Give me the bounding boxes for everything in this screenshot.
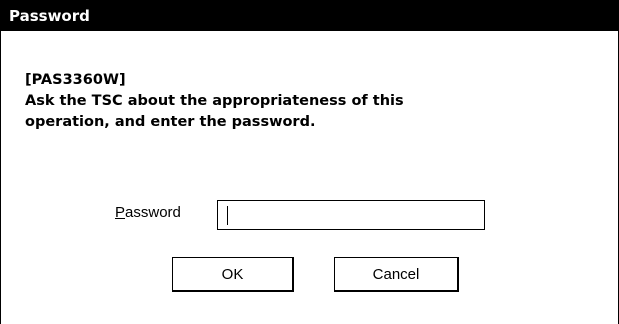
message-line-2: operation, and enter the password. [25, 114, 316, 130]
dialog-title: Password [1, 1, 618, 31]
password-input[interactable] [217, 200, 485, 230]
password-label: Password [115, 204, 181, 221]
message-code: [PAS3360W] [25, 72, 126, 88]
message-line-1: Ask the TSC about the appropriateness of… [25, 93, 404, 109]
password-label-accelerator: P [115, 204, 126, 221]
ok-button[interactable]: OK [172, 257, 294, 292]
password-label-rest: assword [125, 204, 181, 221]
cancel-button[interactable]: Cancel [334, 257, 459, 292]
dialog-message: [PAS3360W] Ask the TSC about the appropr… [25, 70, 404, 133]
password-dialog: Password [PAS3360W] Ask the TSC about th… [0, 0, 619, 324]
text-caret [227, 206, 228, 225]
